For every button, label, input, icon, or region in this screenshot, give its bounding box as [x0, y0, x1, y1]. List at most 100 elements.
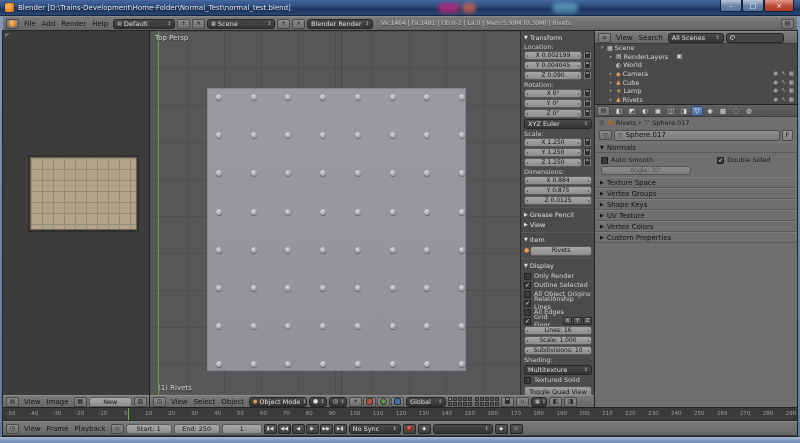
lock-button[interactable]	[583, 71, 592, 80]
visibility-eye-icon[interactable]: ◉	[773, 97, 778, 103]
layer-cell[interactable]	[475, 402, 479, 406]
orientation-dropdown[interactable]: Global↕	[406, 397, 446, 407]
layer-cell[interactable]	[480, 402, 484, 406]
menu-view[interactable]: View	[613, 34, 636, 42]
lock-button[interactable]	[583, 99, 592, 108]
selectable-cursor-icon[interactable]: ↖	[781, 97, 786, 103]
menu-view[interactable]: View	[21, 425, 44, 433]
delete-scene-button[interactable]: ×	[292, 19, 305, 29]
outliner-search-field[interactable]	[726, 33, 784, 43]
number-field[interactable]: ◂Y 1.250▸	[524, 148, 582, 157]
auto-smooth-angle-slider[interactable]: Angle: 30°	[601, 166, 691, 175]
lock-button[interactable]	[583, 138, 592, 147]
number-field[interactable]: ◂X 0.884▸	[524, 176, 592, 185]
tab-texture[interactable]: ▩	[717, 106, 729, 116]
layer-cell[interactable]	[458, 402, 462, 406]
layer-cell[interactable]	[468, 397, 472, 401]
number-field[interactable]: ◂Z 1.250▸	[524, 158, 582, 167]
lock-button[interactable]	[583, 109, 592, 118]
increment-arrow-icon[interactable]: ▸	[578, 140, 580, 145]
layer-cell[interactable]	[448, 397, 452, 401]
opengl-render-button[interactable]: ◧	[549, 397, 562, 407]
all-edges-checkbox[interactable]	[524, 309, 531, 316]
outliner-row-rivets[interactable]: ▸▲Rivets◉↖▦	[595, 96, 797, 105]
snap-toggle-button[interactable]: ∪	[516, 397, 529, 407]
lock-button[interactable]	[583, 89, 592, 98]
outline-selected-checkbox[interactable]: ✓	[524, 282, 531, 289]
menu-frame[interactable]: Frame	[44, 425, 72, 433]
panel-vertex-colors[interactable]: ▶Vertex Colors	[595, 221, 797, 232]
selectable-cursor-icon[interactable]: ↖	[781, 71, 786, 77]
current-frame-field[interactable]: 1	[222, 424, 262, 434]
menu-view[interactable]: View	[21, 398, 44, 406]
expander-icon[interactable]: ▸	[608, 54, 614, 60]
layer-cell[interactable]	[463, 397, 467, 401]
relationship-lines-checkbox[interactable]: ✓	[524, 300, 531, 307]
layer-cell[interactable]	[490, 397, 494, 401]
only-render-checkbox[interactable]	[524, 273, 531, 280]
number-field[interactable]: ◂Z 0°▸	[524, 109, 582, 118]
increment-arrow-icon[interactable]: ▸	[578, 91, 580, 96]
insert-keyframe-button[interactable]: ◆	[495, 424, 508, 434]
menu-object[interactable]: Object	[218, 398, 247, 406]
tab-constraints[interactable]: ◫	[665, 106, 677, 116]
textured-solid-checkbox[interactable]	[524, 377, 531, 384]
visibility-eye-icon[interactable]: ◉	[773, 71, 778, 77]
item-panel-header[interactable]: ▼Item	[524, 235, 592, 245]
play-button[interactable]: ▶	[306, 424, 319, 434]
lock-to-scene-button[interactable]	[501, 397, 514, 407]
scale-manipulator-button[interactable]	[391, 397, 404, 407]
panel-custom-properties[interactable]: ▶Custom Properties	[595, 232, 797, 243]
menu-search[interactable]: Search	[636, 34, 666, 42]
editor-type-button[interactable]: ◳	[153, 397, 166, 407]
playhead[interactable]	[128, 408, 129, 420]
lock-button[interactable]	[583, 158, 592, 167]
open-image-icon[interactable]: ▨	[134, 397, 147, 407]
record-button[interactable]	[403, 424, 416, 434]
grid-axis-x-toggle[interactable]: X	[563, 317, 572, 325]
panel-vertex-groups[interactable]: ▶Vertex Groups	[595, 188, 797, 199]
increment-arrow-icon[interactable]: ▸	[588, 188, 590, 193]
frame-start-field[interactable]: Start: 1	[126, 424, 172, 434]
lock-button[interactable]	[583, 61, 592, 70]
display-panel-header[interactable]: ▼Display	[524, 261, 592, 271]
increment-arrow-icon[interactable]: ▸	[578, 73, 580, 78]
translate-manipulator-button[interactable]	[363, 397, 376, 407]
increment-arrow-icon[interactable]: ▸	[578, 160, 580, 165]
menu-select[interactable]: Select	[191, 398, 219, 406]
panel-uv-texture[interactable]: ▶UV Texture	[595, 210, 797, 221]
outliner-row-world[interactable]: ◐World	[595, 61, 797, 70]
editor-type-button[interactable]: ▤	[6, 397, 19, 407]
layer-cell[interactable]	[468, 402, 472, 406]
layer-cell[interactable]	[453, 397, 457, 401]
tab-object[interactable]: ▣	[652, 106, 664, 116]
shading-mode-dropdown[interactable]: Multitexture↕	[524, 365, 592, 375]
editor-type-button[interactable]: ◷	[6, 424, 19, 434]
mesh-name-field[interactable]: ▽Sphere.017	[614, 130, 780, 141]
expander-icon[interactable]: ▸	[608, 80, 614, 86]
layer-cell[interactable]	[495, 402, 499, 406]
delete-layout-button[interactable]: ×	[192, 19, 205, 29]
increment-arrow-icon[interactable]: ▸	[588, 338, 590, 343]
sync-dropdown[interactable]: No Sync↕	[349, 424, 401, 434]
increment-arrow-icon[interactable]: ▸	[588, 328, 590, 333]
pivot-point-dropdown[interactable]: ◎↕	[329, 397, 347, 407]
grid-setting-field[interactable]: ◂Lines: 16▸	[524, 326, 592, 335]
jump-to-end-button[interactable]: ▶▮	[334, 424, 347, 434]
rotation-mode-dropdown[interactable]: XYZ Euler↕	[524, 119, 592, 129]
auto-smooth-checkbox[interactable]	[601, 157, 608, 164]
number-field[interactable]: ◂Z 0.090▸	[524, 71, 582, 80]
increment-arrow-icon[interactable]: ▸	[588, 178, 590, 183]
increment-arrow-icon[interactable]: ▸	[578, 150, 580, 155]
number-field[interactable]: ◂Y 0.875▸	[524, 186, 592, 195]
preview-range-toggle[interactable]: ▫	[111, 424, 124, 434]
menu-add[interactable]: Add	[39, 20, 59, 28]
editor-type-button[interactable]: ▤	[597, 106, 610, 116]
image-name-field[interactable]: New	[89, 397, 132, 407]
snap-element-dropdown[interactable]: ▦↕	[531, 397, 547, 407]
layer-cell[interactable]	[448, 402, 452, 406]
browse-image-icon[interactable]: ▦	[74, 397, 87, 407]
outliner-row-lamp[interactable]: ▸☀Lamp◉↖▦	[595, 87, 797, 96]
outliner-row-cube[interactable]: ▸▲Cube◉↖▦	[595, 78, 797, 87]
layers-widget[interactable]	[448, 397, 499, 406]
